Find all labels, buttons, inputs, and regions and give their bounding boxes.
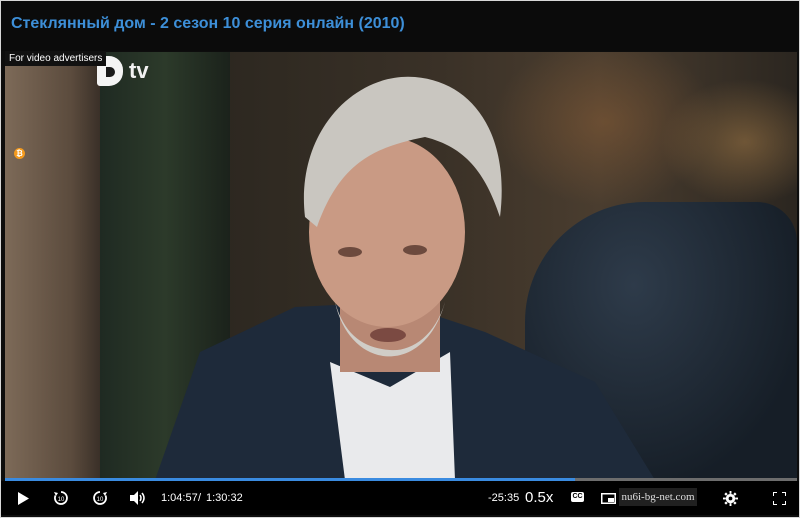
fullscreen-icon[interactable]: [769, 481, 789, 515]
picture-in-picture-icon[interactable]: [599, 481, 617, 515]
volume-icon[interactable]: [128, 481, 148, 515]
watermark: nu6i-bg-net.com: [619, 488, 697, 506]
play-icon[interactable]: [13, 481, 33, 515]
rewind-10-icon[interactable]: 10: [51, 481, 71, 515]
duration: 1:30:32: [206, 492, 243, 504]
channel-logo-text: tv: [129, 58, 149, 83]
svg-text:10: 10: [58, 497, 65, 503]
remaining-time: -25:35: [488, 492, 520, 504]
forward-10-icon[interactable]: 10: [90, 481, 110, 515]
playback-speed-button[interactable]: 0.5x: [525, 481, 553, 515]
title-bar: Стеклянный дом - 2 сезон 10 серия онлайн…: [1, 1, 799, 51]
page-title: Стеклянный дом - 2 сезон 10 серия онлайн…: [11, 15, 405, 32]
channel-logo: tv: [97, 56, 167, 88]
ad-label[interactable]: For video advertisers: [5, 51, 107, 66]
cc-icon[interactable]: CC: [571, 492, 584, 502]
video-player[interactable]: tv ₿: [5, 52, 797, 480]
video-frame-person: [155, 76, 655, 480]
svg-text:10: 10: [97, 497, 104, 503]
settings-gear-icon[interactable]: [720, 481, 740, 515]
time-separator: /: [198, 492, 202, 504]
bitcoin-icon[interactable]: ₿: [14, 148, 25, 159]
current-time: 1:04:57: [161, 492, 198, 504]
